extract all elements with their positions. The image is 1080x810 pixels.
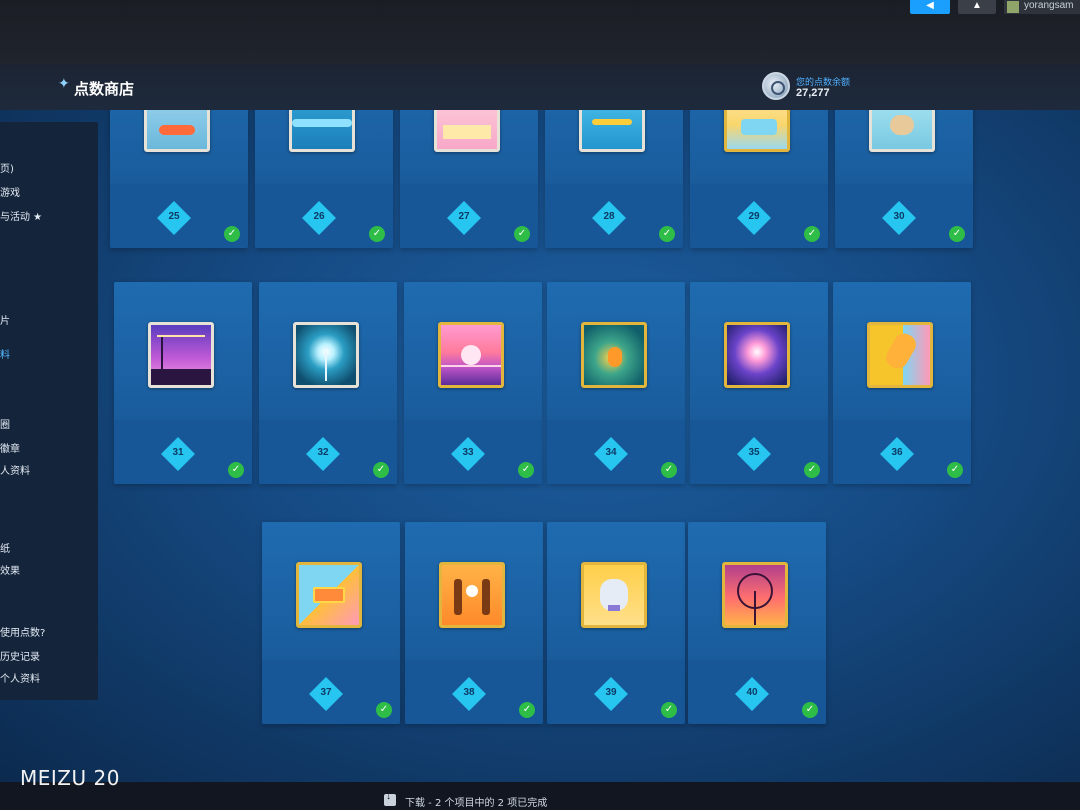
bell-icon: ▲ [972, 0, 982, 11]
reward-card[interactable]: 37 ✓ [262, 522, 400, 724]
owned-check-icon: ✓ [802, 702, 818, 718]
owned-check-icon: ✓ [376, 702, 392, 718]
owned-check-icon: ✓ [947, 462, 963, 478]
sidebar-item-my-profile[interactable]: 个人资料 [0, 670, 40, 685]
sidebar-item-frames[interactable]: 圈 [0, 416, 10, 431]
owned-check-icon: ✓ [661, 462, 677, 478]
owned-check-icon: ✓ [659, 226, 675, 242]
owned-check-icon: ✓ [519, 702, 535, 718]
camera-watermark: MEIZU 20 [20, 766, 120, 790]
client-top-bar: ◀ ▲ yorangsam [0, 0, 1080, 64]
reward-card[interactable]: 40 ✓ [688, 522, 826, 724]
reward-card[interactable]: 34 ✓ [547, 282, 685, 484]
level-number: 34 [605, 447, 617, 458]
level-number: 26 [313, 211, 325, 222]
level-number: 32 [317, 447, 329, 458]
reward-card[interactable]: 25 ✓ [110, 110, 248, 248]
reward-card[interactable]: 32 ✓ [259, 282, 397, 484]
reward-thumbnail [438, 322, 504, 388]
owned-check-icon: ✓ [224, 226, 240, 242]
reward-card[interactable]: 38 ✓ [405, 522, 543, 724]
sidebar-item-history[interactable]: 历史记录 [0, 648, 40, 663]
sidebar-item-events[interactable]: 与活动 ★ [0, 208, 42, 223]
announcements-button[interactable]: ◀ [910, 0, 950, 14]
sidebar-item-wallpapers[interactable]: 纸 [0, 540, 10, 555]
points-shop-header: ✦ 点数商店 您的点数余额 27,277 [0, 64, 1080, 110]
level-number: 37 [320, 687, 332, 698]
level-number: 30 [893, 211, 905, 222]
reward-thumbnail [289, 110, 355, 152]
reward-card[interactable]: 35 ✓ [690, 282, 828, 484]
reward-card[interactable]: 27 ✓ [400, 110, 538, 248]
reward-thumbnail [144, 110, 210, 152]
reward-card[interactable]: 31 ✓ [114, 282, 252, 484]
level-number: 31 [172, 447, 184, 458]
reward-thumbnail [869, 110, 935, 152]
sidebar-item-badges[interactable]: 徽章 [0, 440, 20, 455]
sidebar-item-games[interactable]: 游戏 [0, 184, 20, 199]
level-number: 40 [746, 687, 758, 698]
level-number: 35 [748, 447, 760, 458]
download-icon [384, 791, 396, 806]
owned-check-icon: ✓ [369, 226, 385, 242]
balance-value: 27,277 [796, 87, 830, 99]
owned-check-icon: ✓ [518, 462, 534, 478]
sidebar-item-cards[interactable]: 片 [0, 312, 10, 327]
download-status-text[interactable]: 下载 - 2 个项目中的 2 项已完成 [405, 794, 547, 809]
reward-card[interactable]: 30 ✓ [835, 110, 973, 248]
level-number: 27 [458, 211, 470, 222]
owned-check-icon: ✓ [228, 462, 244, 478]
owned-check-icon: ✓ [661, 702, 677, 718]
level-number: 36 [891, 447, 903, 458]
level-number: 33 [462, 447, 474, 458]
owned-check-icon: ✓ [804, 462, 820, 478]
sidebar-item-how-to-use[interactable]: 使用点数? [0, 624, 45, 639]
reward-thumbnail [579, 110, 645, 152]
level-number: 28 [603, 211, 615, 222]
megaphone-icon: ◀ [926, 0, 934, 11]
reward-thumbnail [724, 322, 790, 388]
level-number: 38 [463, 687, 475, 698]
sidebar-item-profile-items[interactable]: 料 [0, 346, 10, 361]
reward-card[interactable]: 26 ✓ [255, 110, 393, 248]
level-number: 25 [168, 211, 180, 222]
sidebar-item-home[interactable]: 页) [0, 160, 14, 175]
main-content: 页) 游戏 与活动 ★ 片 料 圈 徽章 人资料 纸 效果 使用点数? 历史记录… [0, 110, 1080, 782]
reward-thumbnail [722, 562, 788, 628]
owned-check-icon: ✓ [373, 462, 389, 478]
reward-card[interactable]: 36 ✓ [833, 282, 971, 484]
reward-card[interactable]: 39 ✓ [547, 522, 685, 724]
username: yorangsam [1024, 0, 1074, 11]
reward-thumbnail [434, 110, 500, 152]
avatar [1007, 1, 1019, 13]
sidebar-item-profiles[interactable]: 人资料 [0, 462, 30, 477]
reward-card[interactable]: 33 ✓ [404, 282, 542, 484]
page-title[interactable]: 点数商店 [58, 78, 134, 99]
owned-check-icon: ✓ [949, 226, 965, 242]
steam-points-icon [762, 72, 790, 100]
reward-thumbnail [581, 562, 647, 628]
reward-thumbnail [581, 322, 647, 388]
notifications-button[interactable]: ▲ [958, 0, 996, 14]
sidebar: 页) 游戏 与活动 ★ 片 料 圈 徽章 人资料 纸 效果 使用点数? 历史记录… [0, 122, 98, 700]
reward-thumbnail [724, 110, 790, 152]
sidebar-item-effects[interactable]: 效果 [0, 562, 20, 577]
reward-thumbnail [293, 322, 359, 388]
reward-thumbnail [867, 322, 933, 388]
level-number: 39 [605, 687, 617, 698]
reward-thumbnail [148, 322, 214, 388]
reward-thumbnail [439, 562, 505, 628]
level-number: 29 [748, 211, 760, 222]
reward-card[interactable]: 29 ✓ [690, 110, 828, 248]
owned-check-icon: ✓ [804, 226, 820, 242]
owned-check-icon: ✓ [514, 226, 530, 242]
user-menu[interactable]: yorangsam [1004, 0, 1080, 14]
reward-card[interactable]: 28 ✓ [545, 110, 683, 248]
reward-thumbnail [296, 562, 362, 628]
